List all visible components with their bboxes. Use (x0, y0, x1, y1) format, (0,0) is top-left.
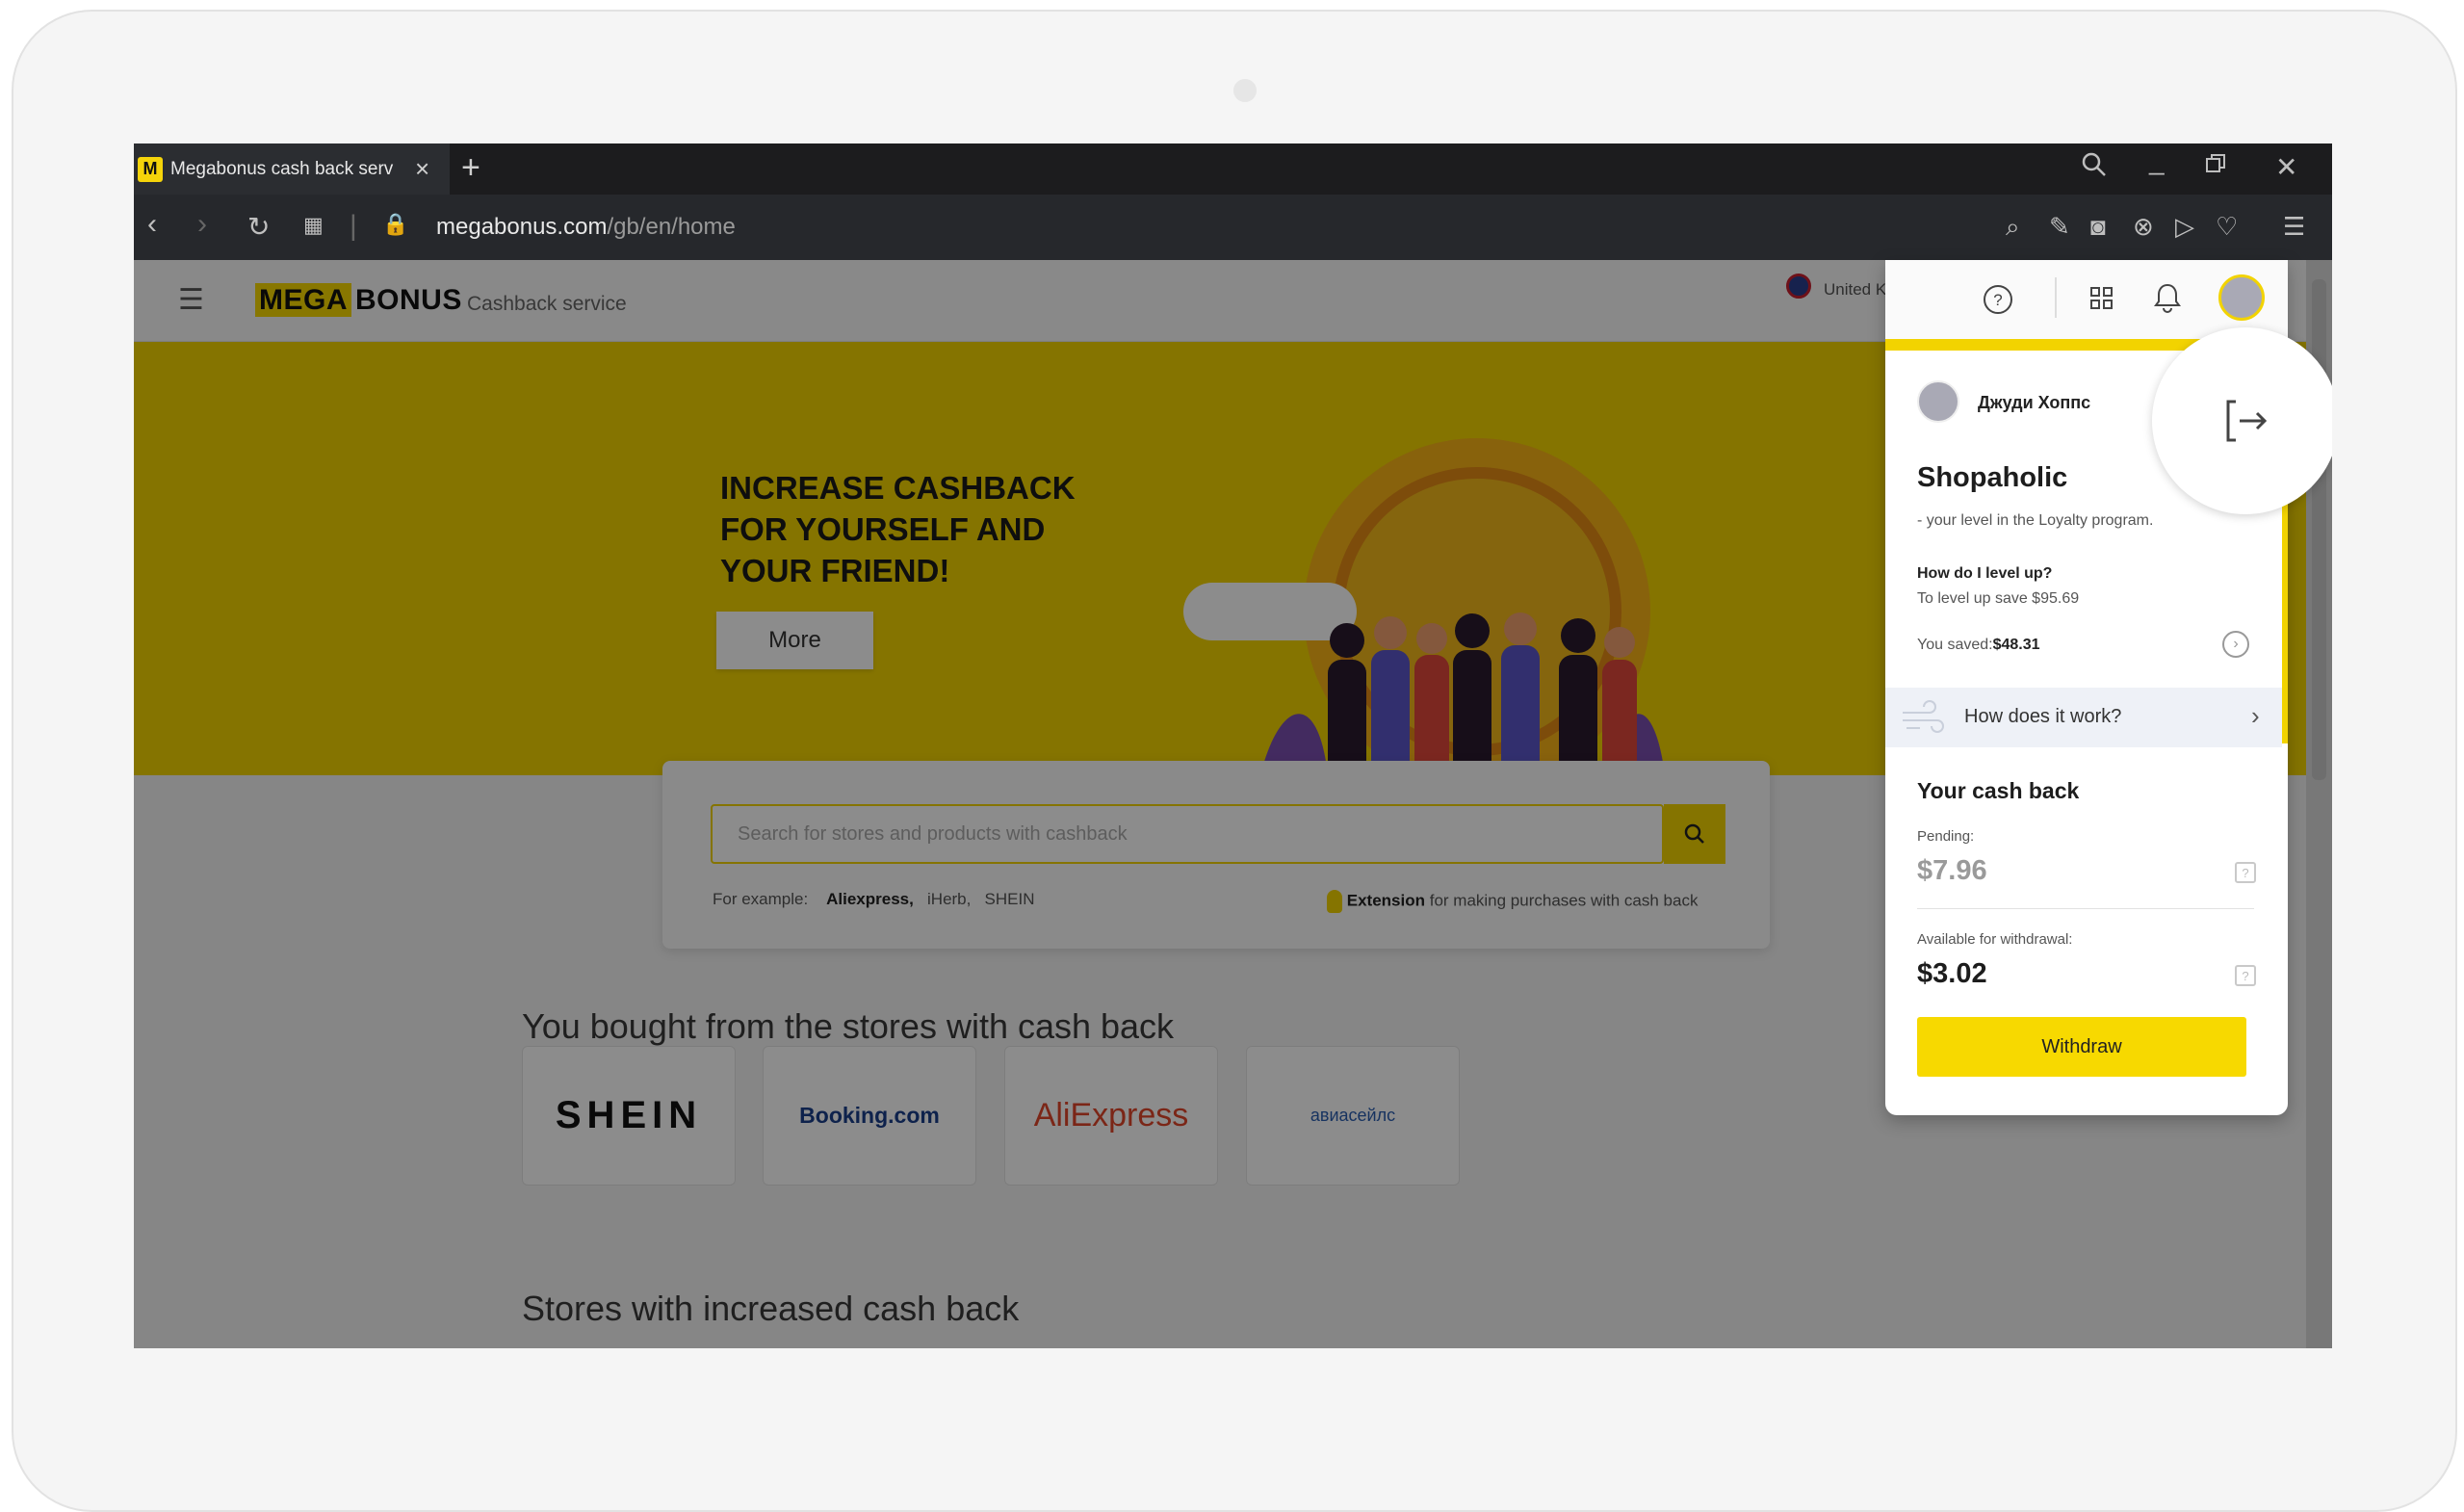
saved-details-icon[interactable]: › (2222, 631, 2249, 658)
saved-amount: You saved:$48.31 (1917, 637, 2040, 654)
search-tabs-icon[interactable] (2081, 151, 2108, 185)
url-path: /gb/en/home (607, 214, 736, 240)
cashback-divider (1917, 908, 2254, 909)
help-icon[interactable]: ? (1982, 283, 2014, 321)
favicon-icon: M (138, 156, 163, 182)
speed-dial-icon[interactable]: ▦ (303, 213, 324, 238)
pending-help-icon[interactable]: ? (2235, 862, 2256, 883)
send-icon[interactable]: ▷ (2175, 212, 2194, 242)
popup-header: ? (1885, 260, 2288, 339)
loyalty-level-desc: - your level in the Loyalty program. (1917, 512, 2154, 529)
level-up-text: To level up save $95.69 (1917, 590, 2080, 607)
restore-icon[interactable] (2204, 151, 2227, 182)
bell-icon[interactable] (2153, 281, 2182, 319)
wind-icon (1903, 700, 1944, 733)
edit-icon[interactable]: ✎ (2049, 212, 2070, 242)
divider: | (350, 210, 357, 242)
saved-label: You saved: (1917, 637, 1993, 653)
apps-grid-icon[interactable] (2089, 286, 2114, 316)
chevron-right-icon: › (2251, 701, 2260, 730)
tab-title: Megabonus cash back serv (170, 158, 394, 179)
adblock-icon[interactable]: ⊗ (2133, 212, 2154, 242)
forward-icon[interactable]: › (197, 208, 207, 241)
logout-icon (2226, 400, 2268, 442)
available-label: Available for withdrawal: (1917, 931, 2073, 948)
reload-icon[interactable]: ↻ (247, 211, 270, 243)
camera-icon[interactable]: ◙ (2090, 212, 2106, 242)
browser-tab[interactable]: M Megabonus cash back serv × (134, 143, 450, 195)
divider (2055, 277, 2057, 318)
browser-window: M Megabonus cash back serv × + _ ✕ ‹ › ↻… (134, 143, 2332, 1348)
level-up-question: How do I level up? (1917, 565, 2053, 582)
lock-icon: 🔒 (382, 212, 409, 236)
pending-value: $7.96 (1917, 855, 1987, 886)
available-help-icon[interactable]: ? (2235, 965, 2256, 986)
address-bar: ‹ › ↻ ▦ | 🔒 megabonus.com/gb/en/home ⌕ ✎… (134, 195, 2332, 260)
pending-label: Pending: (1917, 828, 1975, 845)
back-icon[interactable]: ‹ (147, 208, 157, 241)
how-it-works-label: How does it work? (1964, 706, 2122, 727)
find-icon[interactable]: ⌕ (2006, 212, 2020, 243)
tab-bar: M Megabonus cash back serv × + _ ✕ (134, 143, 2332, 195)
logout-button[interactable] (2152, 327, 2332, 514)
loyalty-level: Shopaholic (1917, 462, 2068, 493)
withdraw-button[interactable]: Withdraw (1917, 1017, 2246, 1077)
cashback-title: Your cash back (1917, 778, 2080, 803)
new-tab-icon[interactable]: + (461, 149, 480, 187)
user-avatar (1917, 380, 1959, 423)
url-domain: megabonus.com (436, 214, 608, 240)
saved-value: $48.31 (1992, 637, 2040, 653)
svg-text:?: ? (1993, 291, 2002, 309)
menu-icon[interactable]: ☰ (2283, 212, 2305, 242)
device-camera (1233, 79, 1257, 102)
how-it-works-link[interactable]: How does it work? › (1885, 688, 2282, 747)
heart-icon[interactable]: ♡ (2216, 212, 2238, 242)
url-field[interactable]: megabonus.com/gb/en/home (436, 214, 736, 241)
user-name: Джуди Хоппс (1978, 393, 2091, 412)
minimize-icon[interactable]: _ (2149, 145, 2165, 176)
profile-avatar[interactable] (2218, 274, 2265, 321)
available-value: $3.02 (1917, 958, 1987, 989)
close-window-icon[interactable]: ✕ (2275, 151, 2297, 183)
tab-close-icon[interactable]: × (415, 154, 429, 184)
